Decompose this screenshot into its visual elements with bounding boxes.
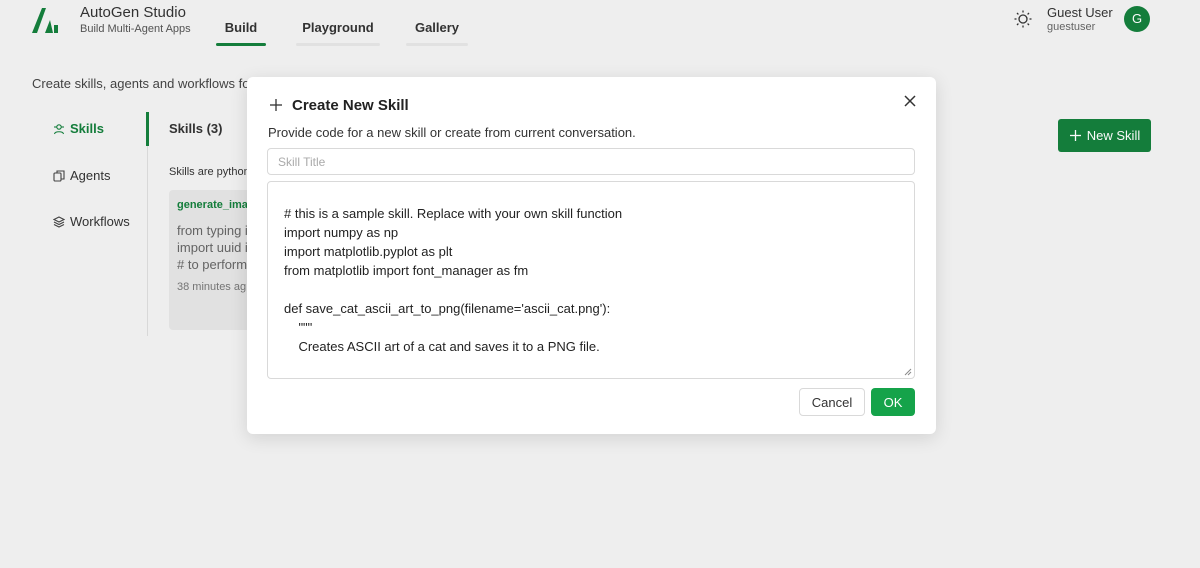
resize-grip-icon[interactable] (904, 368, 912, 376)
create-skill-modal: Create New Skill Provide code for a new … (247, 77, 936, 434)
code-line: import matplotlib.pyplot as plt (284, 244, 453, 259)
code-line: Creates ASCII art of a cat and saves it … (284, 339, 600, 354)
modal-title: Create New Skill (292, 97, 409, 114)
code-line: """ (284, 320, 313, 335)
code-line: def save_cat_ascii_art_to_png(filename='… (284, 301, 611, 316)
code-line: # this is a sample skill. Replace with y… (284, 206, 623, 221)
code-line: import numpy as np (284, 225, 399, 240)
ok-button[interactable]: OK (871, 388, 915, 416)
plus-icon (270, 99, 282, 111)
skill-code-textarea[interactable]: # this is a sample skill. Replace with y… (267, 181, 915, 379)
close-icon[interactable] (903, 94, 917, 108)
modal-description: Provide code for a new skill or create f… (268, 125, 636, 140)
code-line: from matplotlib import font_manager as f… (284, 263, 529, 278)
skill-title-input[interactable] (267, 148, 915, 175)
cancel-button[interactable]: Cancel (799, 388, 865, 416)
